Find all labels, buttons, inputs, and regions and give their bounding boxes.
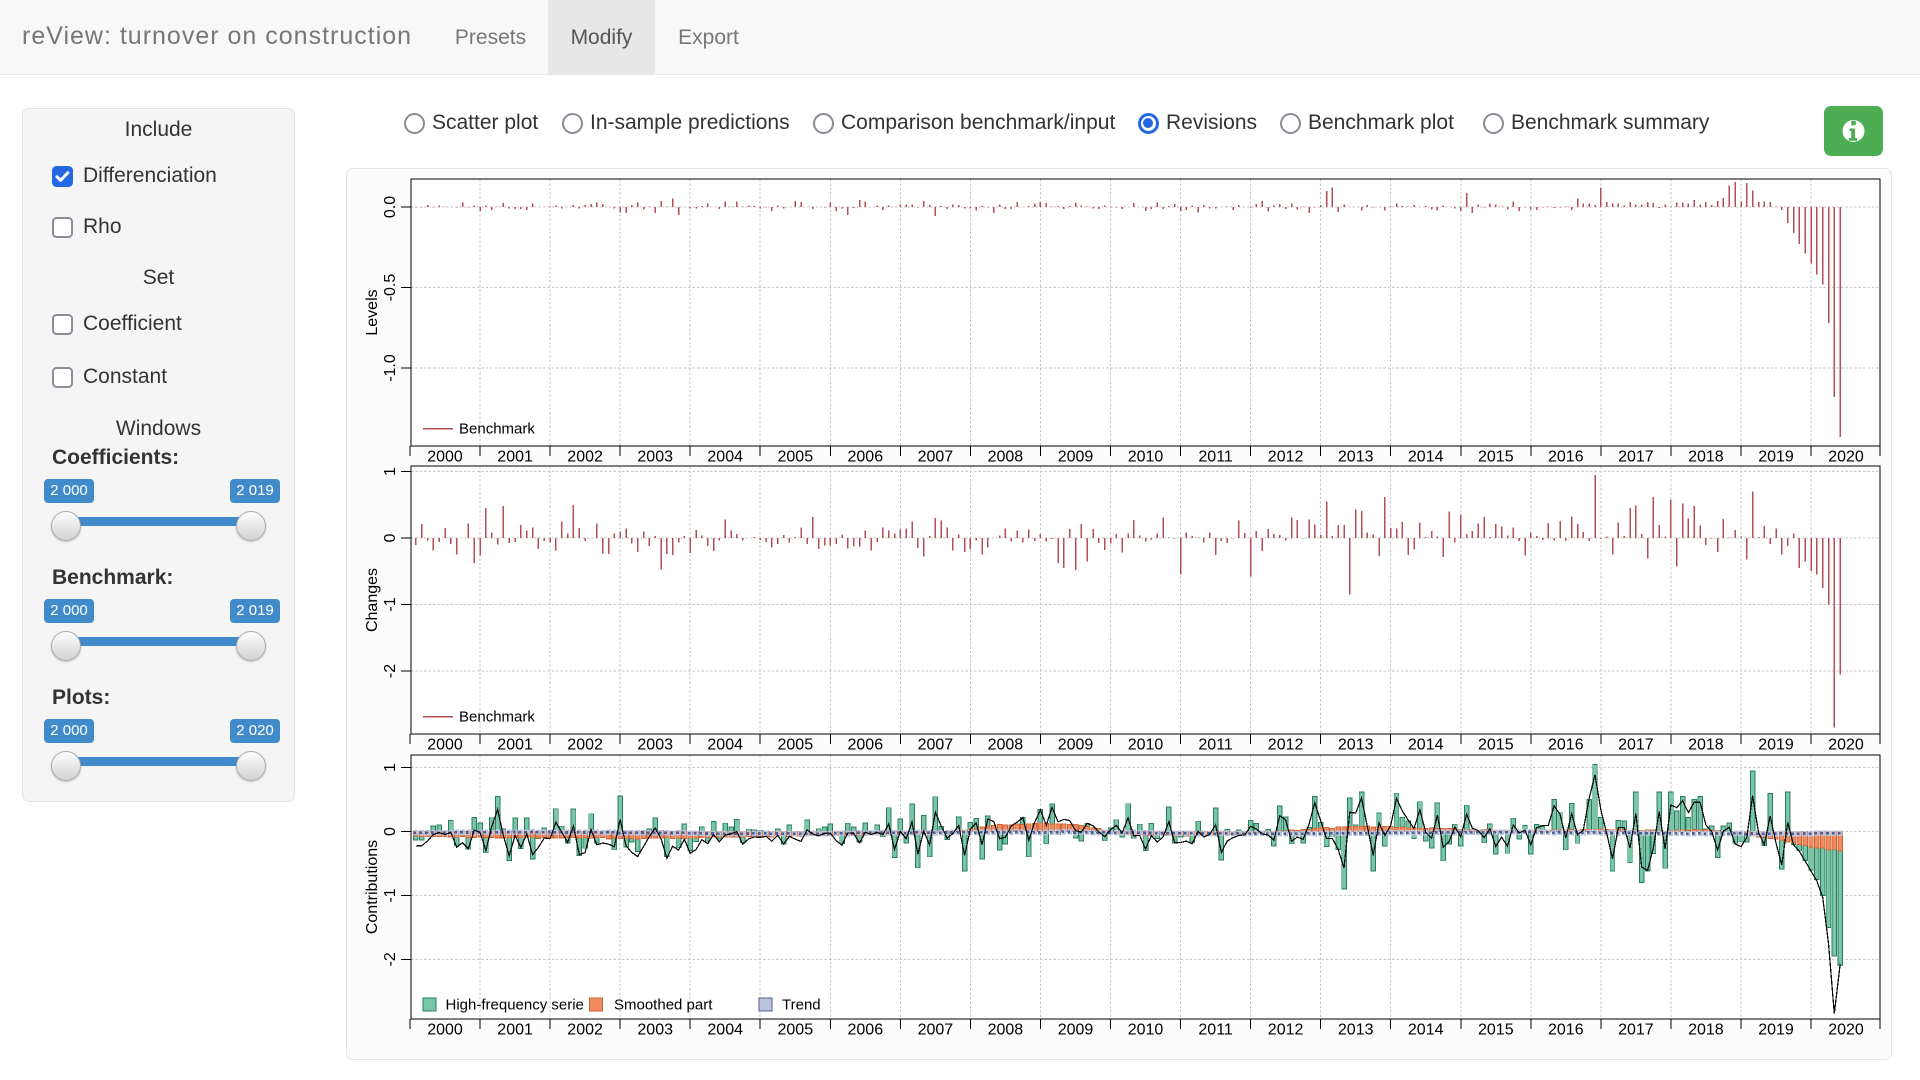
svg-text:2016: 2016 [1548, 1022, 1584, 1039]
svg-text:2006: 2006 [848, 449, 884, 466]
svg-text:2015: 2015 [1478, 1022, 1514, 1039]
svg-text:2019: 2019 [1758, 737, 1794, 754]
svg-text:2000: 2000 [427, 1022, 463, 1039]
svg-text:0.0: 0.0 [382, 196, 399, 218]
svg-text:0: 0 [382, 827, 399, 836]
svg-text:2014: 2014 [1408, 449, 1444, 466]
svg-text:-2: -2 [382, 952, 399, 966]
svg-text:2012: 2012 [1268, 737, 1304, 754]
svg-text:High-frequency serie: High-frequency serie [446, 997, 584, 1014]
svg-text:2003: 2003 [637, 1022, 673, 1039]
svg-text:2010: 2010 [1128, 1022, 1164, 1039]
svg-text:2009: 2009 [1058, 1022, 1094, 1039]
svg-text:-2: -2 [382, 664, 399, 678]
svg-text:2017: 2017 [1618, 737, 1654, 754]
svg-text:2016: 2016 [1548, 449, 1584, 466]
svg-text:2013: 2013 [1338, 737, 1374, 754]
svg-text:2000: 2000 [427, 737, 463, 754]
svg-text:0: 0 [382, 533, 399, 542]
svg-text:Levels: Levels [364, 289, 381, 335]
svg-text:2012: 2012 [1268, 449, 1304, 466]
svg-text:2019: 2019 [1758, 1022, 1794, 1039]
svg-text:2000: 2000 [427, 449, 463, 466]
svg-text:2009: 2009 [1058, 449, 1094, 466]
svg-text:2018: 2018 [1688, 737, 1724, 754]
svg-text:Smoothed part: Smoothed part [614, 997, 713, 1014]
svg-text:2002: 2002 [567, 449, 603, 466]
svg-text:2007: 2007 [918, 737, 954, 754]
svg-text:2015: 2015 [1478, 737, 1514, 754]
svg-text:-1: -1 [382, 597, 399, 611]
svg-text:2014: 2014 [1408, 1022, 1444, 1039]
svg-text:2016: 2016 [1548, 737, 1584, 754]
svg-text:2019: 2019 [1758, 449, 1794, 466]
svg-text:Changes: Changes [364, 568, 381, 632]
svg-text:2008: 2008 [988, 737, 1024, 754]
svg-text:2001: 2001 [497, 449, 533, 466]
svg-text:1: 1 [382, 467, 399, 476]
svg-text:2005: 2005 [778, 449, 814, 466]
svg-text:-0.5: -0.5 [382, 274, 399, 302]
svg-text:2008: 2008 [988, 1022, 1024, 1039]
svg-text:2010: 2010 [1128, 449, 1164, 466]
svg-text:2009: 2009 [1058, 737, 1094, 754]
svg-text:2001: 2001 [497, 737, 533, 754]
svg-text:2007: 2007 [918, 449, 954, 466]
svg-text:2011: 2011 [1198, 449, 1233, 466]
svg-text:Benchmark: Benchmark [459, 421, 535, 438]
svg-text:2002: 2002 [567, 737, 603, 754]
svg-text:Benchmark: Benchmark [459, 709, 535, 726]
svg-text:2002: 2002 [567, 1022, 603, 1039]
svg-text:2005: 2005 [778, 737, 814, 754]
svg-text:2013: 2013 [1338, 1022, 1374, 1039]
svg-text:2014: 2014 [1408, 737, 1444, 754]
svg-text:2020: 2020 [1828, 449, 1864, 466]
svg-text:2017: 2017 [1618, 1022, 1654, 1039]
svg-text:2011: 2011 [1198, 737, 1233, 754]
svg-text:2020: 2020 [1828, 1022, 1864, 1039]
svg-text:2020: 2020 [1828, 737, 1864, 754]
svg-text:2018: 2018 [1688, 1022, 1724, 1039]
svg-text:2004: 2004 [707, 1022, 743, 1039]
svg-text:2003: 2003 [637, 737, 673, 754]
svg-text:2006: 2006 [848, 737, 884, 754]
svg-text:2017: 2017 [1618, 449, 1654, 466]
svg-text:-1.0: -1.0 [382, 354, 399, 382]
svg-text:2015: 2015 [1478, 449, 1514, 466]
svg-text:2008: 2008 [988, 449, 1024, 466]
svg-text:-1: -1 [382, 888, 399, 902]
svg-text:2004: 2004 [707, 737, 743, 754]
svg-text:2004: 2004 [707, 449, 743, 466]
svg-text:2001: 2001 [497, 1022, 533, 1039]
svg-text:Trend: Trend [782, 997, 821, 1014]
svg-text:2003: 2003 [637, 449, 673, 466]
svg-text:2005: 2005 [778, 1022, 814, 1039]
svg-text:2010: 2010 [1128, 737, 1164, 754]
svg-text:2018: 2018 [1688, 449, 1724, 466]
svg-text:1: 1 [382, 763, 399, 772]
svg-text:2007: 2007 [918, 1022, 954, 1039]
svg-text:2012: 2012 [1268, 1022, 1304, 1039]
svg-text:2006: 2006 [848, 1022, 884, 1039]
svg-text:Contributions: Contributions [364, 840, 381, 934]
svg-text:2013: 2013 [1338, 449, 1374, 466]
svg-text:2011: 2011 [1198, 1022, 1233, 1039]
